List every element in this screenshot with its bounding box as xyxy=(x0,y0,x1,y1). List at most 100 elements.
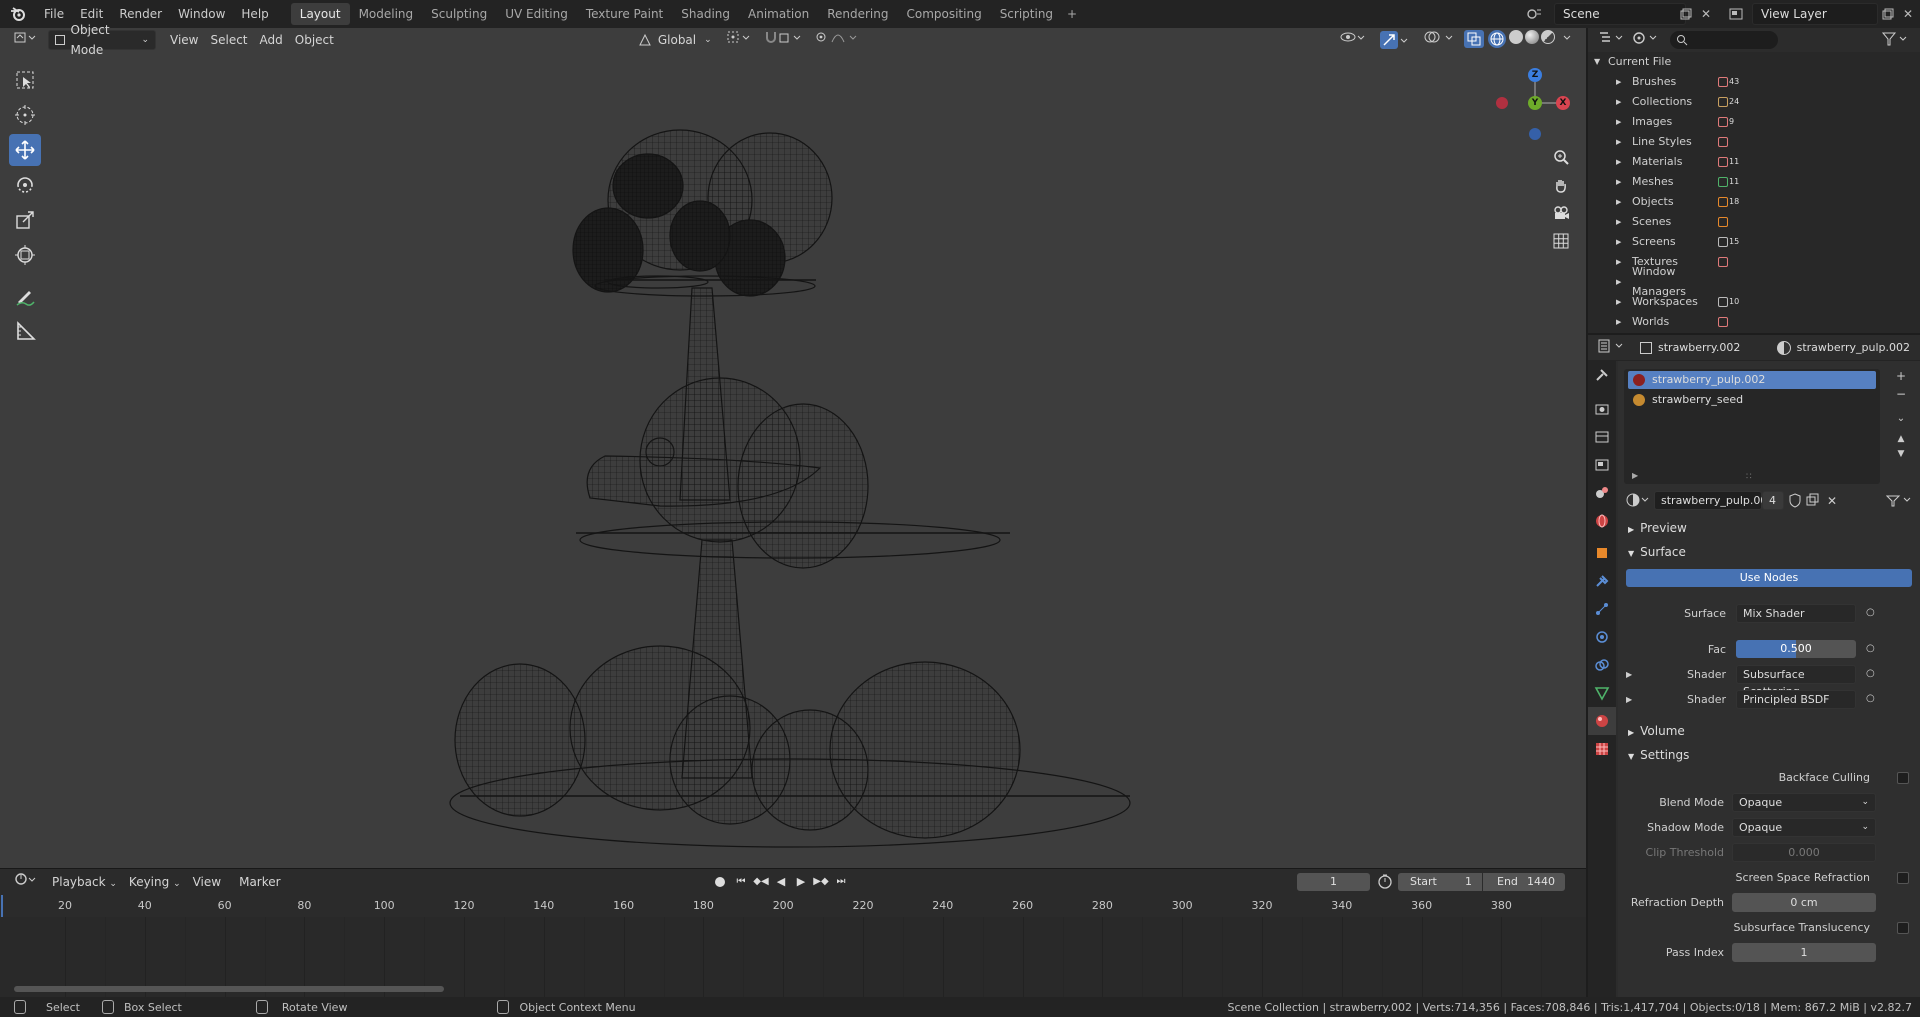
preview-range-icon[interactable] xyxy=(1377,873,1395,891)
shader2-field[interactable]: Principled BSDF xyxy=(1736,690,1856,709)
tab-scene-icon[interactable] xyxy=(1588,479,1616,507)
outliner-item-meshes[interactable]: ▶ Meshes 11 xyxy=(1588,172,1920,192)
new-view-layer-icon[interactable] xyxy=(1878,4,1898,24)
tab-world-icon[interactable] xyxy=(1588,507,1616,535)
material-users-count[interactable]: 4 xyxy=(1762,491,1784,510)
expand-arrow-icon[interactable]: ▶ xyxy=(1616,252,1632,272)
pivot-point-icon[interactable] xyxy=(720,30,758,50)
refraction-depth-field[interactable]: 0 cm xyxy=(1732,893,1876,912)
shading-wireframe-icon[interactable] xyxy=(1486,30,1508,50)
blend-mode-dropdown[interactable]: Opaque ⌄ xyxy=(1732,793,1876,812)
jump-keyframe-forward-icon[interactable]: ▶◆ xyxy=(812,872,830,892)
tab-shading[interactable]: Shading xyxy=(672,3,739,25)
clip-threshold-field[interactable]: 0.000 xyxy=(1732,843,1876,862)
slot-specials-icon[interactable]: ⌄ xyxy=(1890,405,1912,427)
ssr-checkbox[interactable] xyxy=(1897,872,1909,884)
annotate-tool-icon[interactable] xyxy=(9,280,41,312)
blender-logo-icon[interactable] xyxy=(0,0,36,28)
timeline-menu-view[interactable]: View xyxy=(187,872,227,892)
gizmo-z-axis[interactable]: Z xyxy=(1528,68,1542,82)
outliner-item-scenes[interactable]: ▶ Scenes xyxy=(1588,212,1920,232)
object-mode-dropdown[interactable]: Object Mode ⌄ xyxy=(48,23,156,57)
viewport-menu-select[interactable]: Select xyxy=(204,30,253,50)
overlays-icon[interactable] xyxy=(1418,30,1462,50)
expand-arrow-icon[interactable]: ▶ xyxy=(1616,112,1632,132)
expand-arrow-icon[interactable]: ▶ xyxy=(1616,152,1632,172)
move-tool-icon[interactable] xyxy=(9,134,41,166)
tab-uv-editing[interactable]: UV Editing xyxy=(496,3,577,25)
outliner-item-materials[interactable]: ▶ Materials 11 xyxy=(1588,152,1920,172)
visibility-icon[interactable] xyxy=(1334,30,1374,50)
fac-slider[interactable]: 0.500 xyxy=(1736,640,1856,658)
3d-viewport[interactable]: Object Mode ⌄ View Select Add Object Glo… xyxy=(0,23,1586,868)
add-slot-icon[interactable]: + xyxy=(1890,369,1912,387)
expand-arrow-icon[interactable]: ▶ xyxy=(1616,272,1632,292)
viewport-menu-view[interactable]: View xyxy=(164,30,204,50)
outliner-item-workspaces[interactable]: ▶ Workspaces 10 xyxy=(1588,292,1920,312)
tab-view-layer-icon[interactable] xyxy=(1588,451,1616,479)
transform-orientation-dropdown[interactable]: Global ⌄ xyxy=(632,30,718,50)
outliner-item-worlds[interactable]: ▶ Worlds xyxy=(1588,312,1920,332)
ortho-grid-icon[interactable] xyxy=(1548,228,1574,254)
outliner-item-collections[interactable]: ▶ Collections 24 xyxy=(1588,92,1920,112)
material-slot-item[interactable]: strawberry_pulp.002 xyxy=(1628,371,1876,389)
record-icon[interactable] xyxy=(710,872,730,892)
timeline-menu-keying[interactable]: Keying ⌄ xyxy=(123,872,187,892)
outliner-item-objects[interactable]: ▶ Objects 18 xyxy=(1588,192,1920,212)
add-workspace-icon[interactable]: + xyxy=(1062,7,1082,21)
timeline-scrollbar[interactable] xyxy=(14,986,444,992)
cursor-tool-icon[interactable] xyxy=(9,99,41,131)
play-icon[interactable]: ▶ xyxy=(792,872,810,892)
socket-icon[interactable]: ○ xyxy=(1866,603,1875,623)
gizmo-y-axis[interactable]: Y xyxy=(1528,96,1542,110)
camera-view-icon[interactable] xyxy=(1548,200,1574,226)
socket-icon[interactable]: ○ xyxy=(1866,689,1875,709)
delete-scene-icon[interactable]: ✕ xyxy=(1696,4,1716,24)
tab-sculpting[interactable]: Sculpting xyxy=(422,3,496,25)
use-nodes-button[interactable]: Use Nodes xyxy=(1626,569,1912,587)
tab-constraints-icon[interactable] xyxy=(1588,651,1616,679)
display-mode-icon[interactable] xyxy=(1632,30,1666,50)
outliner-item-screens[interactable]: ▶ Screens 15 xyxy=(1588,232,1920,252)
breadcrumb-material[interactable]: strawberry_pulp.002 xyxy=(1797,341,1910,354)
panel-settings[interactable]: ▼ Settings xyxy=(1618,744,1920,766)
outliner-item-window-managers[interactable]: ▶ Window Managers xyxy=(1588,265,1920,298)
tab-object-icon[interactable] xyxy=(1588,539,1616,567)
material-slot-item[interactable]: strawberry_seed xyxy=(1628,391,1876,409)
sst-checkbox[interactable] xyxy=(1897,922,1909,934)
select-box-tool-icon[interactable] xyxy=(9,64,41,96)
play-reverse-icon[interactable]: ◀ xyxy=(772,872,790,892)
zoom-view-icon[interactable] xyxy=(1548,144,1574,170)
socket-icon[interactable]: ○ xyxy=(1866,664,1875,684)
jump-keyframe-back-icon[interactable]: ◆◀ xyxy=(752,872,770,892)
rotate-tool-icon[interactable] xyxy=(9,169,41,201)
scene-name-field[interactable]: Scene xyxy=(1554,3,1686,25)
outliner-item-line-styles[interactable]: ▶ Line Styles xyxy=(1588,132,1920,152)
gizmo-x-axis[interactable]: X xyxy=(1556,96,1570,110)
material-name-field[interactable]: strawberry_pulp.002 xyxy=(1654,491,1774,510)
surface-shader-field[interactable]: Mix Shader xyxy=(1736,604,1856,623)
transform-tool-icon[interactable] xyxy=(9,239,41,271)
menu-file[interactable]: File xyxy=(36,0,72,28)
panel-volume[interactable]: ▶ Volume xyxy=(1618,720,1920,742)
outliner-search-input[interactable] xyxy=(1670,31,1778,49)
expand-arrow-icon[interactable]: ▶ xyxy=(1632,471,1638,480)
timeline-menu-playback[interactable]: Playback ⌄ xyxy=(46,872,123,892)
tab-modeling[interactable]: Modeling xyxy=(350,3,423,25)
viewport-menu-add[interactable]: Add xyxy=(254,30,289,50)
tab-scripting[interactable]: Scripting xyxy=(991,3,1062,25)
gizmo-toggle-icon[interactable] xyxy=(1374,30,1418,50)
current-frame-field[interactable]: 1 xyxy=(1297,873,1370,891)
view-layer-icon[interactable] xyxy=(1726,4,1746,24)
view-layer-field[interactable]: View Layer xyxy=(1752,3,1878,25)
xray-toggle-icon[interactable] xyxy=(1462,30,1486,50)
outliner-editor-type-icon[interactable] xyxy=(1598,30,1632,50)
tab-texture-icon[interactable] xyxy=(1588,735,1616,763)
proportional-edit-icon[interactable] xyxy=(810,30,866,50)
filter-icon[interactable] xyxy=(1881,31,1912,50)
expand-arrow-icon[interactable]: ▶ xyxy=(1616,232,1632,252)
jump-end-icon[interactable]: ⏭ xyxy=(832,872,850,892)
tab-physics-icon[interactable] xyxy=(1588,623,1616,651)
shading-material-icon[interactable] xyxy=(1524,30,1540,50)
shading-options-icon[interactable] xyxy=(1556,30,1578,50)
